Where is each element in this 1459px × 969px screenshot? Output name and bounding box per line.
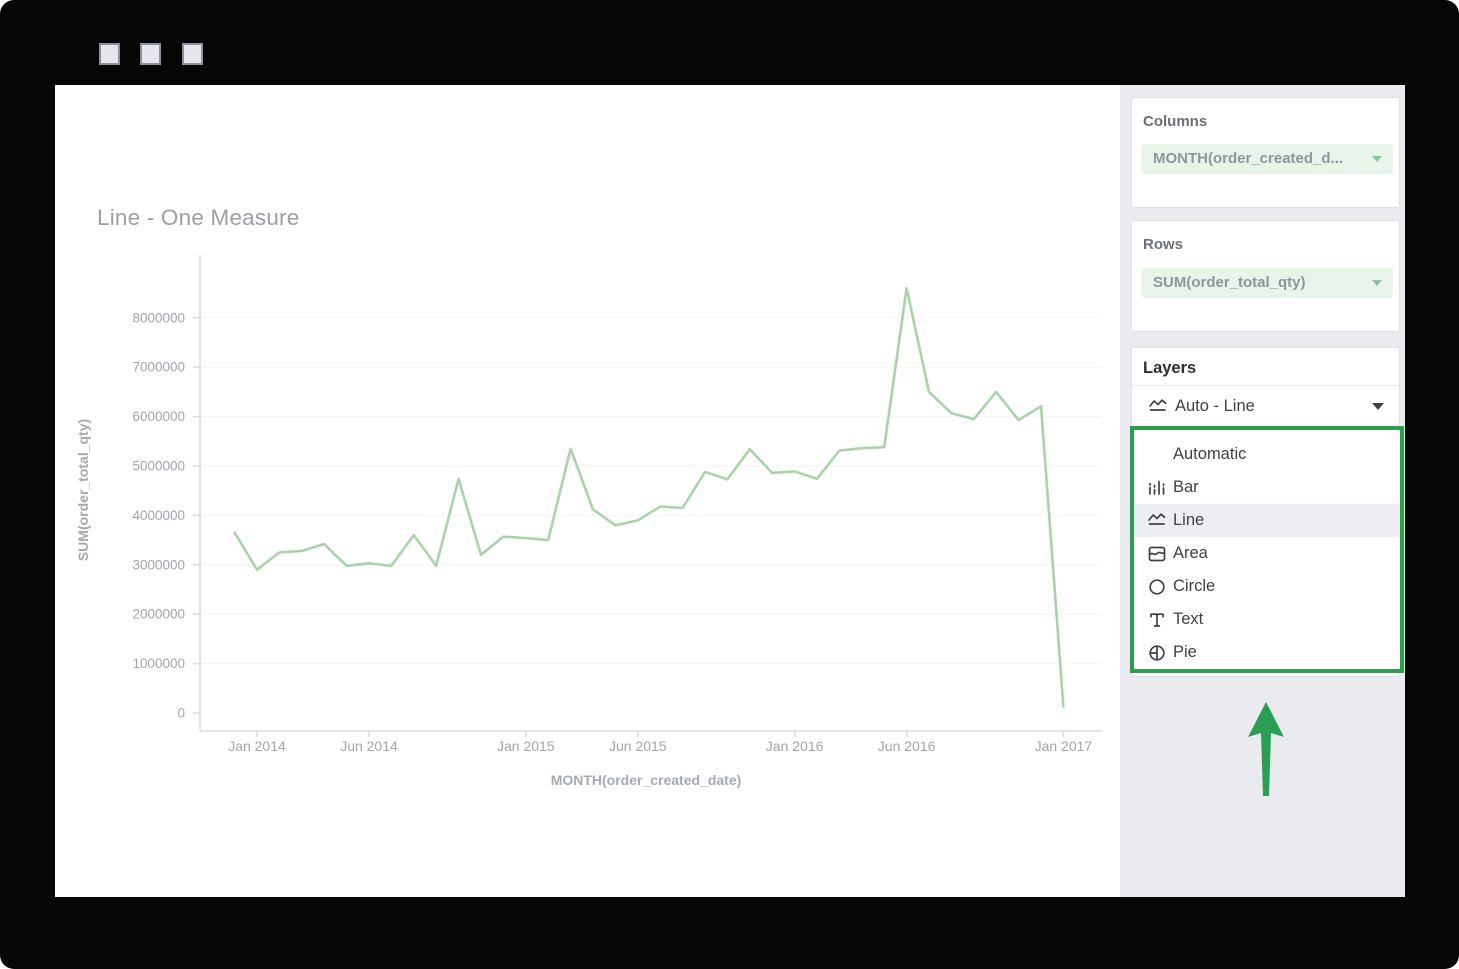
x-tick-label: Jun 2015 (609, 738, 667, 754)
columns-field-pill[interactable]: MONTH(order_created_d... (1141, 144, 1393, 174)
y-tick-label: 6000000 (132, 409, 185, 424)
line-chart: 0 1000000 2000000 3000000 4000000 5000000 6000… (55, 85, 1120, 897)
x-tick-label: Jun 2014 (340, 738, 398, 754)
up-arrow-annotation-icon (1246, 702, 1286, 796)
columns-pill-label: MONTH(order_created_d... (1153, 150, 1343, 167)
line-chart-icon (1148, 397, 1168, 417)
columns-header: Columns (1143, 113, 1207, 130)
bar-chart-icon (1147, 478, 1167, 498)
rows-pill-label: SUM(order_total_qty) (1153, 274, 1306, 291)
text-chart-icon (1147, 610, 1167, 630)
menu-item-pie[interactable]: Pie (1134, 636, 1400, 669)
pie-chart-icon (1147, 643, 1167, 663)
chevron-down-icon[interactable] (1372, 280, 1382, 286)
menu-item-automatic[interactable]: Automatic (1134, 438, 1400, 471)
menu-item-area[interactable]: Area (1134, 537, 1400, 570)
y-tick-label: 1000000 (132, 656, 185, 671)
y-tick-label: 3000000 (132, 557, 185, 572)
circle-chart-icon (1147, 577, 1167, 597)
x-tick-label: Jan 2017 (1035, 738, 1093, 754)
menu-item-line[interactable]: Line (1134, 504, 1400, 537)
config-panel: Columns MONTH(order_created_d... Rows SU… (1120, 85, 1405, 897)
x-tick-label: Jan 2016 (766, 738, 824, 754)
area-chart-icon (1147, 544, 1167, 564)
data-series-line[interactable] (235, 288, 1064, 706)
x-tick-label: Jan 2015 (497, 738, 555, 754)
x-tick-label: Jan 2014 (228, 738, 286, 754)
chart-canvas: Line - One Measure 010000002000000300000… (55, 85, 1120, 897)
screenshot-root: Line - One Measure 010000002000000300000… (0, 0, 1459, 969)
layer-type-menu: Automatic Bar (1130, 426, 1404, 673)
layers-header: Layers (1143, 359, 1196, 378)
menu-item-bar[interactable]: Bar (1134, 471, 1400, 504)
y-tick-label: 7000000 (132, 360, 185, 375)
window-control-2[interactable] (140, 43, 161, 65)
rows-card: Rows SUM(order_total_qty) (1131, 220, 1400, 332)
menu-item-circle[interactable]: Circle (1134, 570, 1400, 603)
rows-header: Rows (1143, 236, 1183, 253)
x-tick-label: Jun 2016 (878, 738, 936, 754)
menu-item-text[interactable]: Text (1134, 603, 1400, 636)
app-window: Line - One Measure 010000002000000300000… (0, 0, 1459, 969)
x-axis-title: MONTH(order_created_date) (551, 772, 742, 788)
layer-type-dropdown[interactable]: Auto - Line (1132, 386, 1399, 427)
y-tick-label: 8000000 (132, 310, 185, 325)
y-tick-label: 0 (177, 706, 185, 721)
columns-card: Columns MONTH(order_created_d... (1131, 97, 1400, 208)
y-tick-label: 5000000 (132, 459, 185, 474)
y-tick-label: 2000000 (132, 607, 185, 622)
chevron-down-icon[interactable] (1372, 403, 1384, 410)
window-control-3[interactable] (182, 43, 203, 65)
y-tick-label: 4000000 (132, 508, 185, 523)
layer-type-selected-label: Auto - Line (1175, 397, 1255, 416)
chevron-down-icon[interactable] (1372, 156, 1382, 162)
y-axis-title: SUM(order_total_qty) (75, 419, 91, 561)
rows-field-pill[interactable]: SUM(order_total_qty) (1141, 268, 1393, 298)
window-control-1[interactable] (99, 43, 120, 65)
line-chart-icon (1147, 511, 1167, 531)
